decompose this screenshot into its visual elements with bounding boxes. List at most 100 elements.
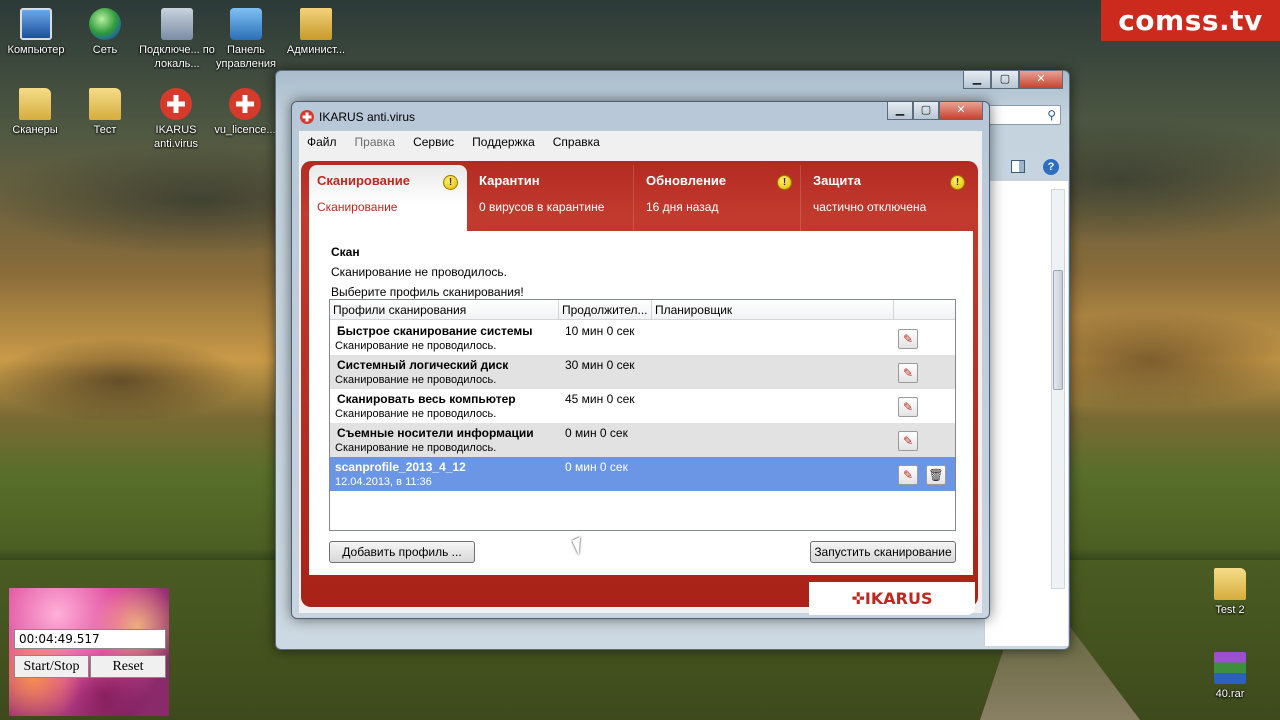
desktop-icon-label: Сканеры: [12, 124, 58, 136]
menu-bar: Файл Правка Сервис Поддержка Справка: [299, 131, 982, 153]
table-row[interactable]: Съемные носители информации Сканирование…: [330, 423, 955, 457]
pencil-icon: ✎: [902, 366, 914, 380]
pencil-icon: ✎: [902, 400, 914, 414]
ikarus-logo-icon: [300, 110, 314, 124]
network-connection-icon: [161, 8, 193, 40]
ikarus-brand-logo: ✜IKARUS: [809, 582, 975, 615]
table-header: Профили сканирования Продолжител... План…: [330, 300, 955, 320]
profile-status: Сканирование не проводилось.: [335, 442, 497, 454]
ikarus-window[interactable]: IKARUS anti.virus ▁ ▢ ✕ Файл Правка Серв…: [291, 101, 990, 619]
table-row[interactable]: Сканировать весь компьютер Сканирование …: [330, 389, 955, 423]
scrollbar-thumb[interactable]: [1053, 270, 1063, 390]
profile-status: Сканирование не проводилось.: [335, 340, 497, 352]
profile-status: Сканирование не проводилось.: [335, 408, 497, 420]
column-header-duration[interactable]: Продолжител...: [559, 300, 652, 320]
desktop-icon-network[interactable]: Сеть: [67, 8, 143, 57]
desktop-icon-computer[interactable]: Компьютер: [0, 8, 74, 57]
profile-name: Сканировать весь компьютер: [337, 392, 516, 406]
warning-icon: !: [950, 175, 965, 190]
stopwatch-background: [9, 588, 169, 716]
profile-duration: 45 мин 0 сек: [565, 392, 635, 406]
desktop-icon-label: 40.rar: [1215, 688, 1245, 700]
edit-profile-button[interactable]: ✎: [898, 363, 918, 383]
folder-icon: [19, 88, 51, 120]
window-caption-buttons: ▁ ▢ ✕: [887, 102, 983, 120]
column-header-profiles[interactable]: Профили сканирования: [330, 300, 559, 320]
desktop-icon-label: Тест: [93, 124, 117, 136]
profile-status: 12.04.2013, в 11:36: [335, 476, 432, 488]
help-icon[interactable]: ?: [1043, 159, 1059, 175]
minimize-button[interactable]: ▁: [887, 102, 913, 120]
menu-service[interactable]: Сервис: [413, 135, 454, 149]
search-icon: ⚲: [1047, 108, 1056, 122]
admin-folder-icon: [300, 8, 332, 40]
close-button[interactable]: ✕: [1019, 71, 1063, 89]
desktop-icon-label: vu_licence...: [214, 124, 276, 136]
minimize-button[interactable]: ▁: [963, 71, 991, 89]
preview-pane-icon[interactable]: [1011, 160, 1025, 173]
profile-duration: 0 мин 0 сек: [565, 460, 628, 474]
tab-subtitle: 0 вирусов в карантине: [479, 200, 605, 214]
desktop-icon-admin[interactable]: Админист...: [278, 8, 354, 57]
rar-archive-icon: [1214, 652, 1246, 684]
menu-support[interactable]: Поддержка: [472, 135, 535, 149]
desktop-icon-label: Компьютер: [7, 44, 65, 56]
edit-profile-button[interactable]: ✎: [898, 431, 918, 451]
desktop-icon-network-connection[interactable]: Подключе... по локаль...: [139, 8, 215, 71]
ikarus-icon: [229, 88, 261, 120]
tab-quarantine[interactable]: Карантин 0 вирусов в карантине: [467, 165, 634, 231]
profile-duration: 30 мин 0 сек: [565, 358, 635, 372]
desktop-icon-rar[interactable]: 40.rar: [1192, 652, 1268, 701]
trash-icon: 🗑: [928, 468, 944, 482]
profiles-table[interactable]: Профили сканирования Продолжител... План…: [329, 299, 956, 531]
scan-content: Скан Сканирование не проводилось. Выбери…: [309, 231, 973, 575]
delete-profile-button[interactable]: 🗑: [926, 465, 946, 485]
profile-name: Съемные носители информации: [337, 426, 534, 440]
close-button[interactable]: ✕: [939, 102, 983, 120]
menu-edit[interactable]: Правка: [355, 135, 396, 149]
column-header-actions: [894, 300, 955, 320]
profile-status: Сканирование не проводилось.: [335, 374, 497, 386]
desktop-icon-vu-licence[interactable]: vu_licence...: [207, 88, 283, 137]
scan-status: Сканирование не проводилось.: [331, 265, 508, 279]
maximize-button[interactable]: ▢: [913, 102, 939, 120]
tab-update[interactable]: Обновление 16 дня назад !: [634, 165, 801, 231]
menu-help[interactable]: Справка: [553, 135, 600, 149]
scan-heading: Скан: [331, 245, 360, 259]
desktop-icon-control-panel[interactable]: Панель управления: [208, 8, 284, 71]
add-profile-button[interactable]: Добавить профиль ...: [329, 541, 475, 563]
warning-icon: !: [443, 175, 458, 190]
ikarus-icon: [160, 88, 192, 120]
desktop-icon-test2[interactable]: Test 2: [1192, 568, 1268, 617]
desktop-icon-test[interactable]: Тест: [67, 88, 143, 137]
pencil-icon: ✎: [902, 332, 914, 346]
explorer-scrollbar[interactable]: [1051, 189, 1065, 589]
warning-icon: !: [777, 175, 792, 190]
ikarus-panel: Сканирование Сканирование ! Карантин 0 в…: [301, 161, 978, 615]
profile-duration: 0 мин 0 сек: [565, 426, 628, 440]
column-header-scheduler[interactable]: Планировщик: [652, 300, 894, 320]
profile-name: scanprofile_2013_4_12: [335, 460, 466, 474]
tab-title: Карантин: [479, 173, 540, 188]
desktop-icon-ikarus[interactable]: IKARUS anti.virus: [138, 88, 214, 151]
table-row-selected[interactable]: scanprofile_2013_4_12 12.04.2013, в 11:3…: [330, 457, 955, 491]
desktop-icon-scanners[interactable]: Сканеры: [0, 88, 73, 137]
edit-profile-button[interactable]: ✎: [898, 465, 918, 485]
menu-file[interactable]: Файл: [307, 135, 337, 149]
folder-icon: [1214, 568, 1246, 600]
tab-strip: Сканирование Сканирование ! Карантин 0 в…: [309, 165, 973, 231]
stopwatch-widget: 00:04:49.517 Start/Stop Reset: [9, 588, 169, 716]
desktop-icon-label: Подключе... по локаль...: [139, 44, 215, 70]
start-stop-button[interactable]: Start/Stop: [14, 655, 89, 678]
table-row[interactable]: Быстрое сканирование системы Сканировани…: [330, 321, 955, 355]
reset-button[interactable]: Reset: [90, 655, 166, 678]
edit-profile-button[interactable]: ✎: [898, 329, 918, 349]
table-row[interactable]: Системный логический диск Сканирование н…: [330, 355, 955, 389]
desktop-icon-label: IKARUS anti.virus: [153, 124, 199, 150]
tab-scan[interactable]: Сканирование Сканирование !: [309, 165, 467, 231]
network-icon: [89, 8, 121, 40]
start-scan-button[interactable]: Запустить сканирование: [810, 541, 956, 563]
edit-profile-button[interactable]: ✎: [898, 397, 918, 417]
tab-protection[interactable]: Защита частично отключена !: [801, 165, 973, 231]
maximize-button[interactable]: ▢: [991, 71, 1019, 89]
